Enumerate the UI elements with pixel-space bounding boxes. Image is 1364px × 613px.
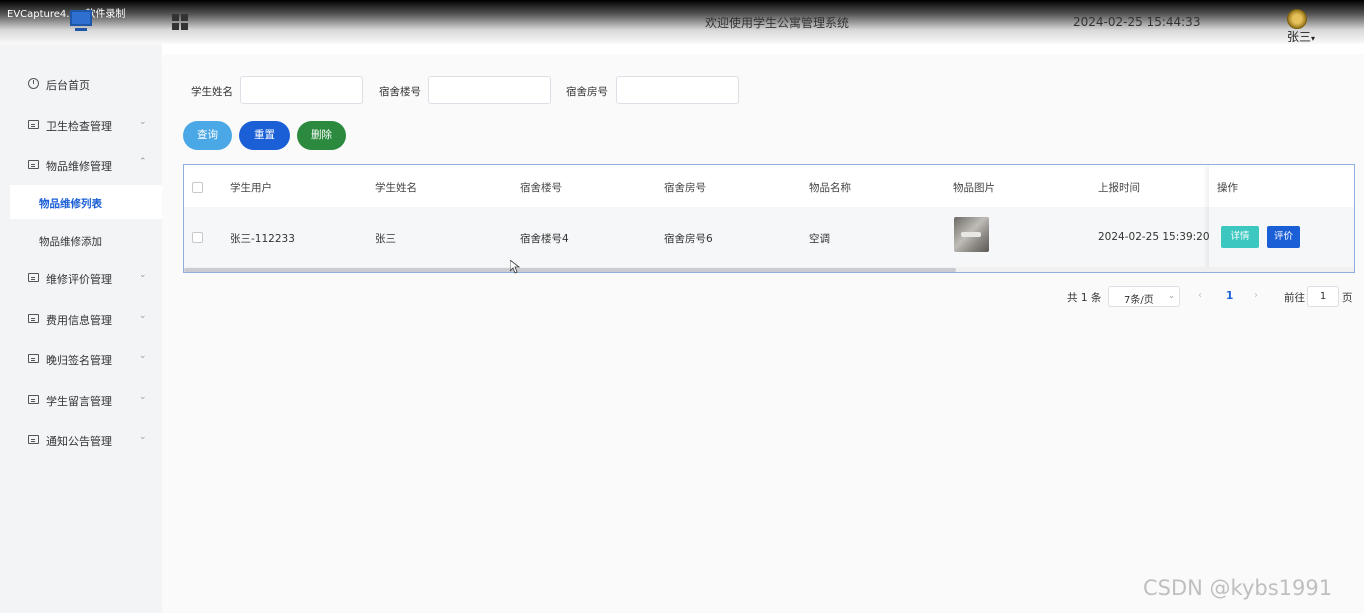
query-button[interactable]: 查询	[183, 121, 232, 150]
sidebar-item-label: 维修评价管理	[46, 273, 112, 286]
sidebar-item-label: 后台首页	[46, 79, 90, 92]
sidebar-item-label: 费用信息管理	[46, 314, 112, 327]
column-header: 学生用户	[230, 182, 272, 194]
card-icon	[28, 273, 39, 282]
csdn-watermark: CSDN @kybs1991	[1143, 576, 1333, 600]
page-size-value: 7条/页	[1124, 295, 1154, 306]
sidebar: 后台首页 卫生检查管理 ⌄ 物品维修管理 ⌃ 物品维修列表 物品维修添加 维修评…	[0, 44, 162, 613]
sidebar-item-late-return[interactable]: 晚归签名管理 ⌄	[0, 344, 162, 374]
sidebar-item-label: 卫生检查管理	[46, 120, 112, 133]
cell-report-time: 2024-02-25 15:39:20	[1098, 231, 1210, 243]
chevron-down-icon: ⌄	[139, 432, 147, 442]
item-photo-thumbnail[interactable]	[954, 217, 989, 252]
page-unit-label: 页	[1342, 292, 1353, 304]
sidebar-subitem-repair-add[interactable]: 物品维修添加	[10, 223, 162, 257]
sidebar-subitem-label: 物品维修添加	[39, 236, 102, 248]
chevron-up-icon: ⌃	[139, 157, 147, 167]
sidebar-item-repair[interactable]: 物品维修管理 ⌃	[0, 150, 162, 180]
horizontal-scrollbar[interactable]	[184, 267, 1354, 272]
sidebar-item-label: 学生留言管理	[46, 395, 112, 408]
current-datetime: 2024-02-25 15:44:33	[1073, 15, 1201, 29]
sidebar-item-label: 物品维修管理	[46, 160, 112, 173]
sidebar-item-notices[interactable]: 通知公告管理 ⌄	[0, 425, 162, 455]
room-input[interactable]	[616, 76, 739, 104]
system-title: 欢迎使用学生公寓管理系统	[705, 16, 850, 30]
user-menu[interactable]: 张三▾	[1287, 28, 1315, 45]
select-all-checkbox[interactable]	[192, 182, 203, 193]
sidebar-item-hygiene[interactable]: 卫生检查管理 ⌄	[0, 110, 162, 140]
card-icon	[28, 314, 39, 323]
recorder-watermark: EVCapture4.1.8软件录制	[7, 9, 126, 20]
actions-column: 操作 详情 评价	[1209, 165, 1354, 269]
sidebar-subitem-label: 物品维修列表	[39, 198, 102, 210]
card-icon	[28, 120, 39, 129]
chevron-down-icon: ⌄	[139, 311, 147, 321]
cell-room: 宿舍房号6	[664, 233, 713, 245]
sidebar-item-label: 通知公告管理	[46, 435, 112, 448]
student-name-input[interactable]	[240, 76, 363, 104]
chevron-down-icon: ⌄	[139, 117, 147, 127]
room-label: 宿舍房号	[566, 86, 608, 98]
monitor-logo-icon	[70, 10, 92, 32]
clock-icon	[28, 78, 39, 89]
goto-label: 前往	[1284, 292, 1305, 304]
row-checkbox[interactable]	[192, 232, 203, 243]
building-input[interactable]	[428, 76, 551, 104]
repair-table: 学生用户 学生姓名 宿舍楼号 宿舍房号 物品名称 物品图片 上报时间 张三-11…	[183, 164, 1355, 273]
page-number[interactable]: 1	[1226, 290, 1233, 302]
sidebar-item-label: 晚归签名管理	[46, 354, 112, 367]
column-header: 学生姓名	[375, 182, 417, 194]
column-header: 宿舍楼号	[520, 182, 562, 194]
chevron-down-icon: ⌄	[1168, 291, 1175, 300]
detail-button[interactable]: 详情	[1221, 226, 1259, 248]
prev-page-icon[interactable]: ‹	[1198, 290, 1202, 301]
user-avatar[interactable]	[1287, 9, 1307, 29]
total-count: 共 1 条	[1067, 292, 1102, 304]
caret-down-icon: ▾	[1311, 34, 1316, 43]
card-icon	[28, 435, 39, 444]
goto-page-input[interactable]: 1	[1307, 286, 1339, 307]
chevron-down-icon: ⌄	[139, 351, 147, 361]
sidebar-item-fees[interactable]: 费用信息管理 ⌄	[0, 304, 162, 334]
delete-button[interactable]: 删除	[297, 121, 346, 150]
building-label: 宿舍楼号	[379, 86, 421, 98]
chevron-down-icon: ⌄	[139, 270, 147, 280]
sidebar-subitem-repair-list[interactable]: 物品维修列表	[10, 185, 162, 219]
card-icon	[28, 354, 39, 363]
next-page-icon[interactable]: ›	[1254, 290, 1258, 301]
column-header: 物品名称	[809, 182, 851, 194]
column-header: 宿舍房号	[664, 182, 706, 194]
mouse-cursor-icon	[510, 260, 520, 274]
chevron-down-icon: ⌄	[139, 392, 147, 402]
menu-grid-icon[interactable]	[172, 14, 188, 30]
column-header: 操作	[1217, 182, 1238, 194]
user-name: 张三	[1287, 30, 1312, 44]
cell-student-user: 张三-112233	[230, 233, 295, 245]
rate-button[interactable]: 评价	[1267, 226, 1300, 248]
sidebar-item-repair-rating[interactable]: 维修评价管理 ⌄	[0, 263, 162, 293]
sidebar-item-messages[interactable]: 学生留言管理 ⌄	[0, 385, 162, 415]
top-header: EVCapture4.1.8软件录制 欢迎使用学生公寓管理系统 2024-02-…	[0, 0, 1364, 44]
card-icon	[28, 160, 39, 169]
cell-building: 宿舍楼号4	[520, 233, 569, 245]
page-size-select[interactable]: 7条/页 ⌄	[1108, 286, 1180, 307]
column-header: 物品图片	[953, 182, 995, 194]
reset-button[interactable]: 重置	[239, 121, 290, 150]
sidebar-item-home[interactable]: 后台首页	[0, 69, 162, 99]
card-icon	[28, 395, 39, 404]
column-header: 上报时间	[1098, 182, 1140, 194]
cell-student-name: 张三	[375, 233, 396, 245]
cell-item-name: 空调	[809, 233, 830, 245]
student-name-label: 学生姓名	[191, 86, 233, 98]
